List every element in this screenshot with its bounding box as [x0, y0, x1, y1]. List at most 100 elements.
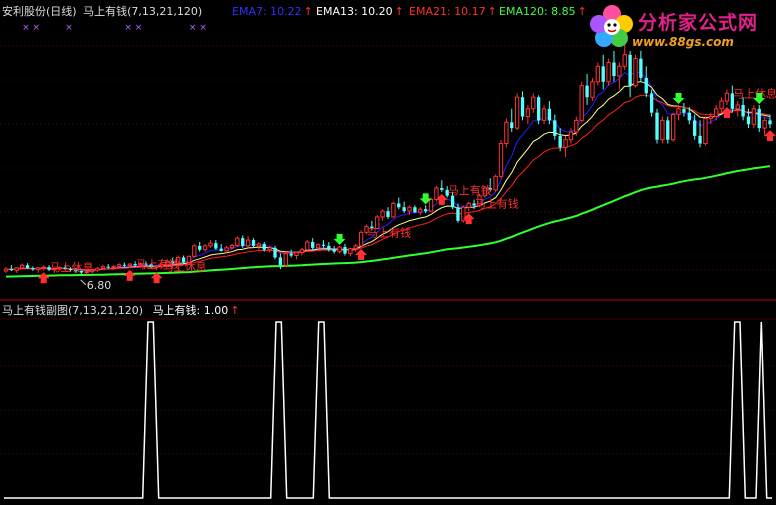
candle-body: [440, 187, 444, 190]
candle-body: [311, 242, 315, 248]
candle-body: [353, 245, 358, 250]
candle-body: [423, 209, 428, 212]
candle-body: [273, 247, 277, 258]
stock-title: 安利股份(日线): [2, 5, 77, 18]
candle-body: [224, 247, 229, 252]
candle-body: [595, 65, 600, 83]
ema13-up-arrow-icon: ↑: [394, 5, 404, 18]
signal-label: 马上有钱: [475, 196, 519, 210]
candle-body: [628, 54, 632, 86]
candle-body: [498, 143, 504, 177]
ema120-value: EMA120: 8.85: [499, 5, 576, 18]
candle-body: [682, 108, 686, 113]
ema13-readout: EMA13: 10.20 ↑: [316, 5, 404, 19]
candle-body: [256, 243, 262, 247]
candle-body: [9, 269, 14, 271]
candle-body: [289, 253, 293, 256]
candle-body: [241, 238, 245, 246]
candle-body: [719, 100, 724, 110]
candle-body: [95, 267, 100, 271]
candle-body: [332, 249, 336, 252]
candle-body: [294, 251, 299, 257]
candle-body: [31, 268, 35, 270]
candle-body: [746, 116, 751, 125]
ema7-readout: EMA7: 10.22 ↑: [232, 5, 313, 19]
candle-body: [251, 240, 256, 246]
candle-body: [768, 120, 772, 125]
candle-body: [660, 119, 665, 141]
candle-body: [25, 265, 30, 269]
candle-body: [402, 207, 406, 212]
candle-body: [219, 248, 223, 251]
ema120-line: [5, 165, 771, 278]
candle-body: [407, 206, 412, 212]
candle-body: [541, 108, 547, 121]
candle-body: [327, 245, 331, 250]
candle-body: [553, 120, 557, 136]
candle-body: [466, 202, 471, 208]
candle-body: [122, 264, 127, 266]
candle-body: [116, 264, 122, 267]
candle-body: [574, 119, 579, 133]
candle-body: [590, 81, 595, 98]
candle-body: [202, 245, 208, 251]
candle-body: [617, 65, 622, 77]
chart-stage[interactable]: 马上休息马上有钱马上休息马上有钱马上有钱马上有钱马上休息马上有钱× ××× ××…: [0, 0, 776, 505]
candle-body: [639, 58, 643, 78]
candle-body: [235, 237, 240, 246]
candle-body: [337, 246, 342, 253]
candle-body: [520, 97, 525, 117]
sub-indicator-title: 马上有钱副图(7,13,21,120): [2, 304, 144, 317]
sell-arrow-icon: [333, 233, 346, 245]
signal-label: 马上休息: [50, 260, 94, 274]
candle-body: [622, 54, 627, 67]
candle-body: [418, 208, 423, 213]
signal-label: 马上有钱: [367, 225, 411, 239]
candle-body: [644, 77, 648, 94]
buy-arrow-icon: [37, 272, 50, 284]
candle-body: [703, 117, 708, 145]
candle-body: [348, 248, 353, 255]
candle-body: [687, 112, 691, 121]
candle-body: [100, 266, 106, 269]
candle-body: [386, 211, 390, 217]
candle-body: [127, 263, 132, 267]
candle-body: [536, 97, 541, 121]
candle-body: [708, 116, 713, 119]
candle-body: [413, 207, 417, 213]
candle-body: [751, 108, 757, 125]
ema21-value: EMA21: 10.17: [409, 5, 486, 18]
signal-label: 马上有钱: [448, 183, 492, 197]
main-header: 安利股份(日线) 马上有钱(7,13,21,120): [2, 5, 202, 19]
candle-body: [585, 85, 589, 98]
candle-body: [456, 207, 460, 221]
price-label-leader: [80, 279, 87, 286]
candle-body: [283, 253, 288, 266]
candle-body: [106, 266, 110, 268]
sub-header: 马上有钱副图(7,13,21,120) 马上有钱: 1.00 ↑: [2, 304, 239, 318]
site-logo: 分析家公式网 www.88gs.com: [586, 2, 776, 54]
candle-body: [321, 244, 326, 246]
candle-body: [670, 114, 676, 141]
candle-body: [601, 66, 605, 82]
candle-body: [762, 119, 767, 129]
candle-body: [380, 210, 385, 218]
candle-body: [493, 175, 498, 191]
candle-body: [450, 195, 455, 208]
marker-label: ×: [65, 23, 73, 33]
candle-body: [612, 62, 616, 76]
candle-body: [299, 249, 305, 253]
candle-body: [714, 108, 719, 118]
candle-body: [649, 93, 654, 113]
candle-body: [111, 265, 116, 268]
sell-arrow-icon: [672, 92, 685, 104]
candle-body: [397, 203, 401, 208]
ema120-readout: EMA120: 8.85 ↑: [499, 5, 587, 19]
candle-body: [735, 104, 740, 110]
main-price-chart[interactable]: 马上休息马上有钱马上休息马上有钱马上有钱马上有钱马上休息马上有钱× ××× ××…: [0, 0, 776, 505]
candle-body: [558, 135, 562, 148]
candle-body: [245, 239, 251, 247]
candle-body: [568, 131, 574, 141]
logo-url: www.88gs.com: [632, 35, 734, 49]
marker-label: × ×: [189, 23, 207, 33]
